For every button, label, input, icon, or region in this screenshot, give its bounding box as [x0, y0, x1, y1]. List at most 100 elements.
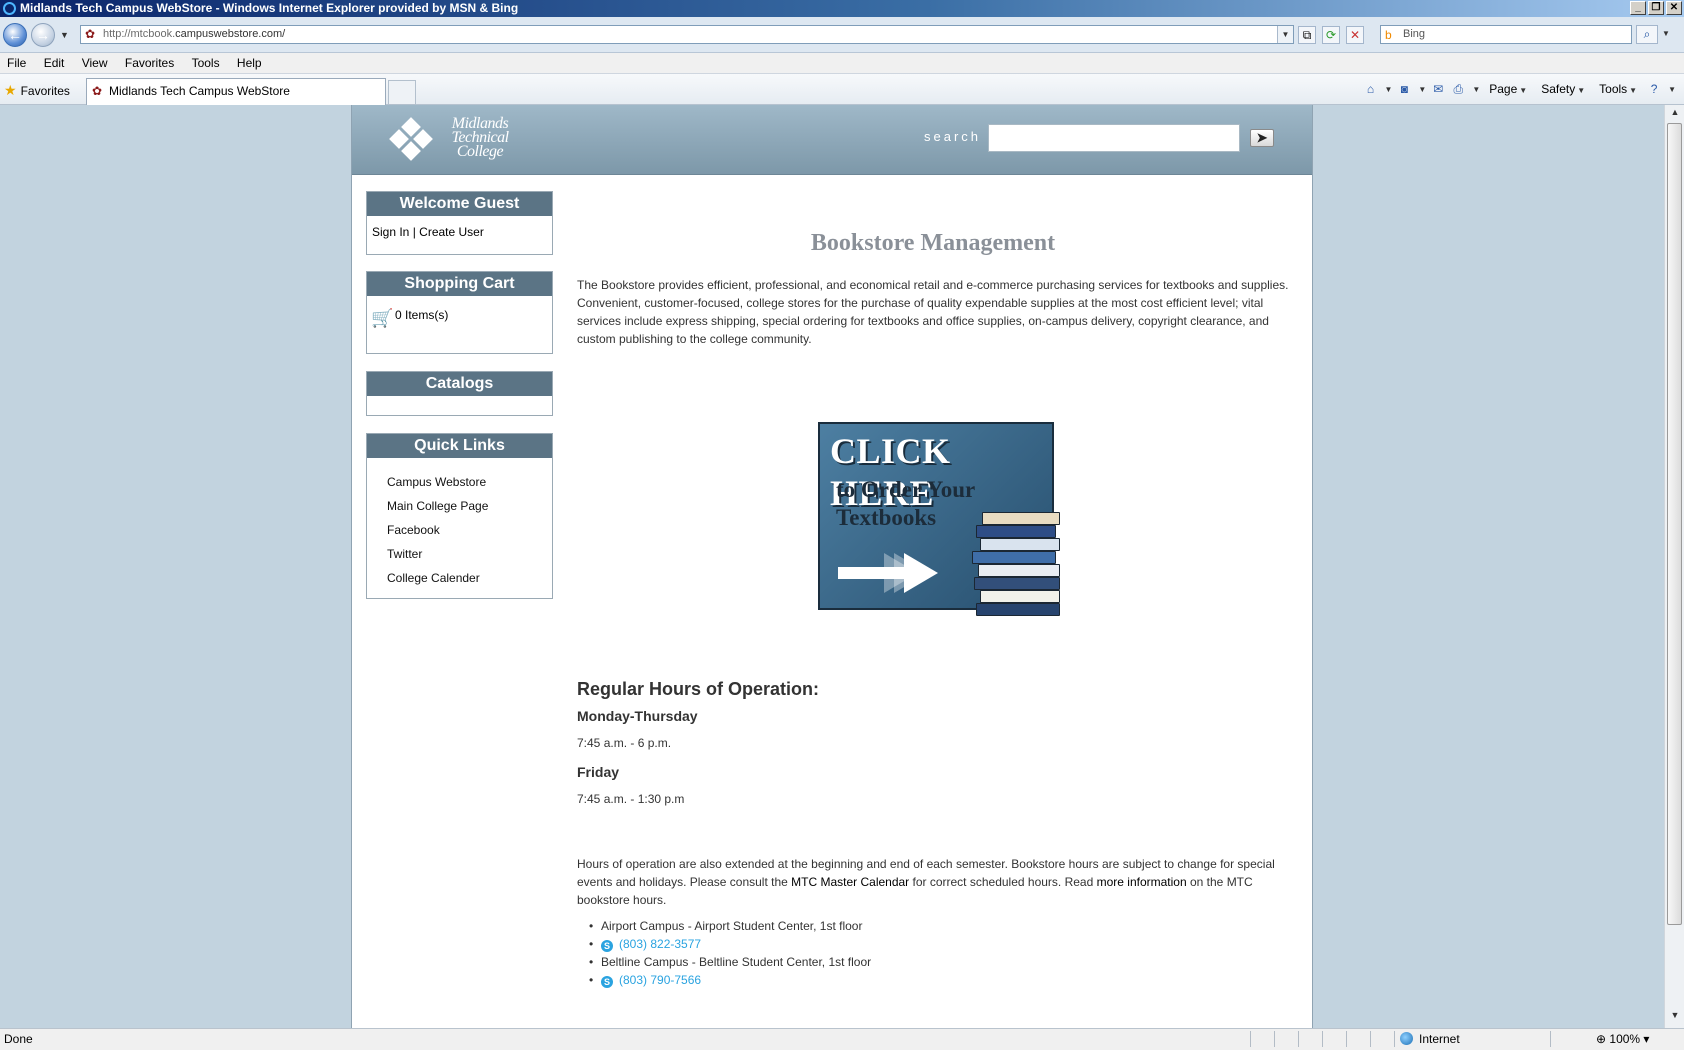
catalogs-box: Catalogs [366, 371, 553, 416]
globe-icon [1400, 1032, 1413, 1045]
quick-links-title: Quick Links [367, 434, 552, 458]
status-divider [1274, 1031, 1275, 1047]
refresh-icon[interactable]: ⟳ [1322, 26, 1340, 44]
menu-tools[interactable]: Tools [185, 53, 227, 74]
status-divider [1322, 1031, 1323, 1047]
page-title: Bookstore Management [810, 230, 1056, 256]
more-information-link[interactable]: more information [1097, 875, 1187, 889]
mtc-master-calendar-link[interactable]: MTC Master Calendar [791, 875, 909, 889]
help-icon[interactable]: ? [1646, 82, 1662, 96]
command-bar: ⌂ ▼ ◙ ▼ ✉ ⎙ ▼ Page ▼ Safety ▼ Tools ▼ ? ▼ [1362, 82, 1676, 96]
favorites-button[interactable]: ★ Favorites [4, 82, 70, 99]
safety-menu-label: Safety [1541, 82, 1576, 96]
search-go-button[interactable]: ⌕ [1636, 25, 1658, 44]
menu-help[interactable]: Help [230, 53, 269, 74]
safety-menu[interactable]: Safety ▼ [1536, 82, 1590, 96]
phone-link[interactable]: (803) 822-3577 [619, 937, 701, 951]
ie-logo-icon [3, 2, 16, 15]
forward-button[interactable]: → [31, 23, 55, 47]
menu-favorites[interactable]: Favorites [118, 53, 181, 74]
skype-icon: S [601, 976, 613, 988]
address-field[interactable]: ✿ http://mtcbook.campuswebstore.com/ ▼ [80, 25, 1294, 44]
hours-time-mon-thu: 7:45 a.m. - 6 p.m. [577, 736, 672, 750]
sign-in-link[interactable]: Sign In [372, 225, 409, 239]
create-user-link[interactable]: Create User [419, 225, 484, 239]
security-zone[interactable]: Internet [1400, 1029, 1460, 1049]
minimize-button[interactable]: _ [1630, 1, 1646, 15]
mail-icon[interactable]: ✉ [1430, 82, 1446, 96]
tools-menu[interactable]: Tools ▼ [1594, 82, 1642, 96]
restore-button[interactable]: ❐ [1648, 1, 1664, 15]
catalogs-title: Catalogs [367, 372, 552, 396]
site-search-label: search [924, 129, 982, 144]
scrollbar-thumb[interactable] [1667, 123, 1682, 925]
college-logo[interactable]: Midlands Technical College [389, 116, 522, 163]
intro-paragraph: The Bookstore provides efficient, profes… [577, 278, 1289, 346]
list-item: Airport Campus - Airport Student Center,… [589, 917, 871, 935]
quick-link-college-calender[interactable]: College Calender [387, 571, 480, 585]
page-menu-label: Page [1489, 82, 1518, 96]
page-viewport: Midlands Technical College search ➤ Welc… [0, 105, 1664, 1028]
menu-edit[interactable]: Edit [37, 53, 72, 74]
new-tab-button[interactable] [388, 80, 416, 105]
cart-item-count[interactable]: 0 Items(s) [395, 308, 448, 322]
status-text: Done [4, 1032, 33, 1046]
order-textbooks-banner[interactable]: CLICK HERE to Order Your Textbooks [818, 422, 1060, 616]
home-icon[interactable]: ⌂ [1362, 82, 1378, 96]
quick-link-campus-webstore[interactable]: Campus Webstore [387, 475, 486, 489]
college-logo-mark-icon [389, 117, 433, 161]
address-dropdown-button[interactable]: ▼ [1277, 26, 1293, 43]
link-separator: | [409, 225, 420, 239]
quick-links-list: Campus Webstore Main College Page Facebo… [367, 458, 552, 594]
feeds-icon[interactable]: ◙ [1396, 82, 1412, 96]
feeds-dropdown[interactable]: ▼ [1418, 85, 1426, 94]
cart-icon[interactable]: 🛒 [371, 308, 393, 329]
site-search-input[interactable] [988, 124, 1240, 152]
quick-link-facebook[interactable]: Facebook [387, 523, 440, 537]
status-divider [1394, 1031, 1395, 1047]
status-divider [1550, 1031, 1551, 1047]
scroll-down-arrow-icon[interactable]: ▼ [1668, 1010, 1682, 1024]
quick-links-box: Quick Links Campus Webstore Main College… [366, 433, 553, 599]
menu-view[interactable]: View [75, 53, 115, 74]
home-dropdown[interactable]: ▼ [1384, 85, 1392, 94]
search-input[interactable]: b Bing [1380, 25, 1632, 44]
tab-favicon-icon: ✿ [92, 84, 103, 98]
url-domain: campuswebstore.com/ [175, 28, 286, 40]
quick-link-twitter[interactable]: Twitter [387, 547, 422, 561]
close-window-button[interactable]: ✕ [1666, 1, 1682, 15]
vertical-scrollbar[interactable]: ▲ ▼ [1664, 105, 1684, 1028]
zoom-value: 100% [1609, 1032, 1641, 1046]
shopping-cart-title: Shopping Cart [367, 272, 552, 296]
quick-link-item: Campus Webstore [387, 474, 552, 498]
list-item: S (803) 790-7566 [589, 971, 871, 989]
hours-heading: Regular Hours of Operation: [577, 679, 820, 699]
zone-label: Internet [1419, 1032, 1460, 1046]
zoom-level[interactable]: ⊕ 100% ▾ [1596, 1029, 1649, 1049]
menu-file[interactable]: File [0, 53, 33, 74]
recent-pages-dropdown[interactable]: ▼ [60, 30, 69, 40]
site-search-button[interactable]: ➤ [1250, 129, 1274, 147]
search-options-dropdown[interactable]: ▼ [1662, 29, 1670, 38]
welcome-box: Welcome Guest Sign In | Create User [366, 191, 553, 255]
star-icon: ★ [4, 82, 17, 98]
phone-link[interactable]: (803) 790-7566 [619, 973, 701, 987]
list-item: Beltline Campus - Beltline Student Cente… [589, 953, 871, 971]
help-dropdown[interactable]: ▼ [1668, 85, 1676, 94]
shopping-cart-box: Shopping Cart 🛒 0 Items(s) [366, 271, 553, 354]
status-divider [1298, 1031, 1299, 1047]
stop-icon[interactable]: ✕ [1346, 26, 1364, 44]
logo-line-3: College [456, 143, 504, 160]
browser-tab[interactable]: ✿ Midlands Tech Campus WebStore [86, 78, 386, 105]
back-button[interactable]: ← [3, 23, 27, 47]
page-menu[interactable]: Page ▼ [1484, 82, 1532, 96]
compatibility-view-icon[interactable]: ⧉ [1298, 26, 1316, 44]
hours-note-text: for correct scheduled hours. Read [909, 875, 1097, 889]
tools-menu-label: Tools [1599, 82, 1628, 96]
favorites-bar: ★ Favorites ✿ Midlands Tech Campus WebSto… [0, 74, 1684, 105]
scroll-up-arrow-icon[interactable]: ▲ [1668, 107, 1682, 121]
print-icon[interactable]: ⎙ [1450, 82, 1466, 96]
list-item: S (803) 822-3577 [589, 935, 871, 953]
quick-link-main-college-page[interactable]: Main College Page [387, 499, 488, 513]
print-dropdown[interactable]: ▼ [1472, 85, 1480, 94]
